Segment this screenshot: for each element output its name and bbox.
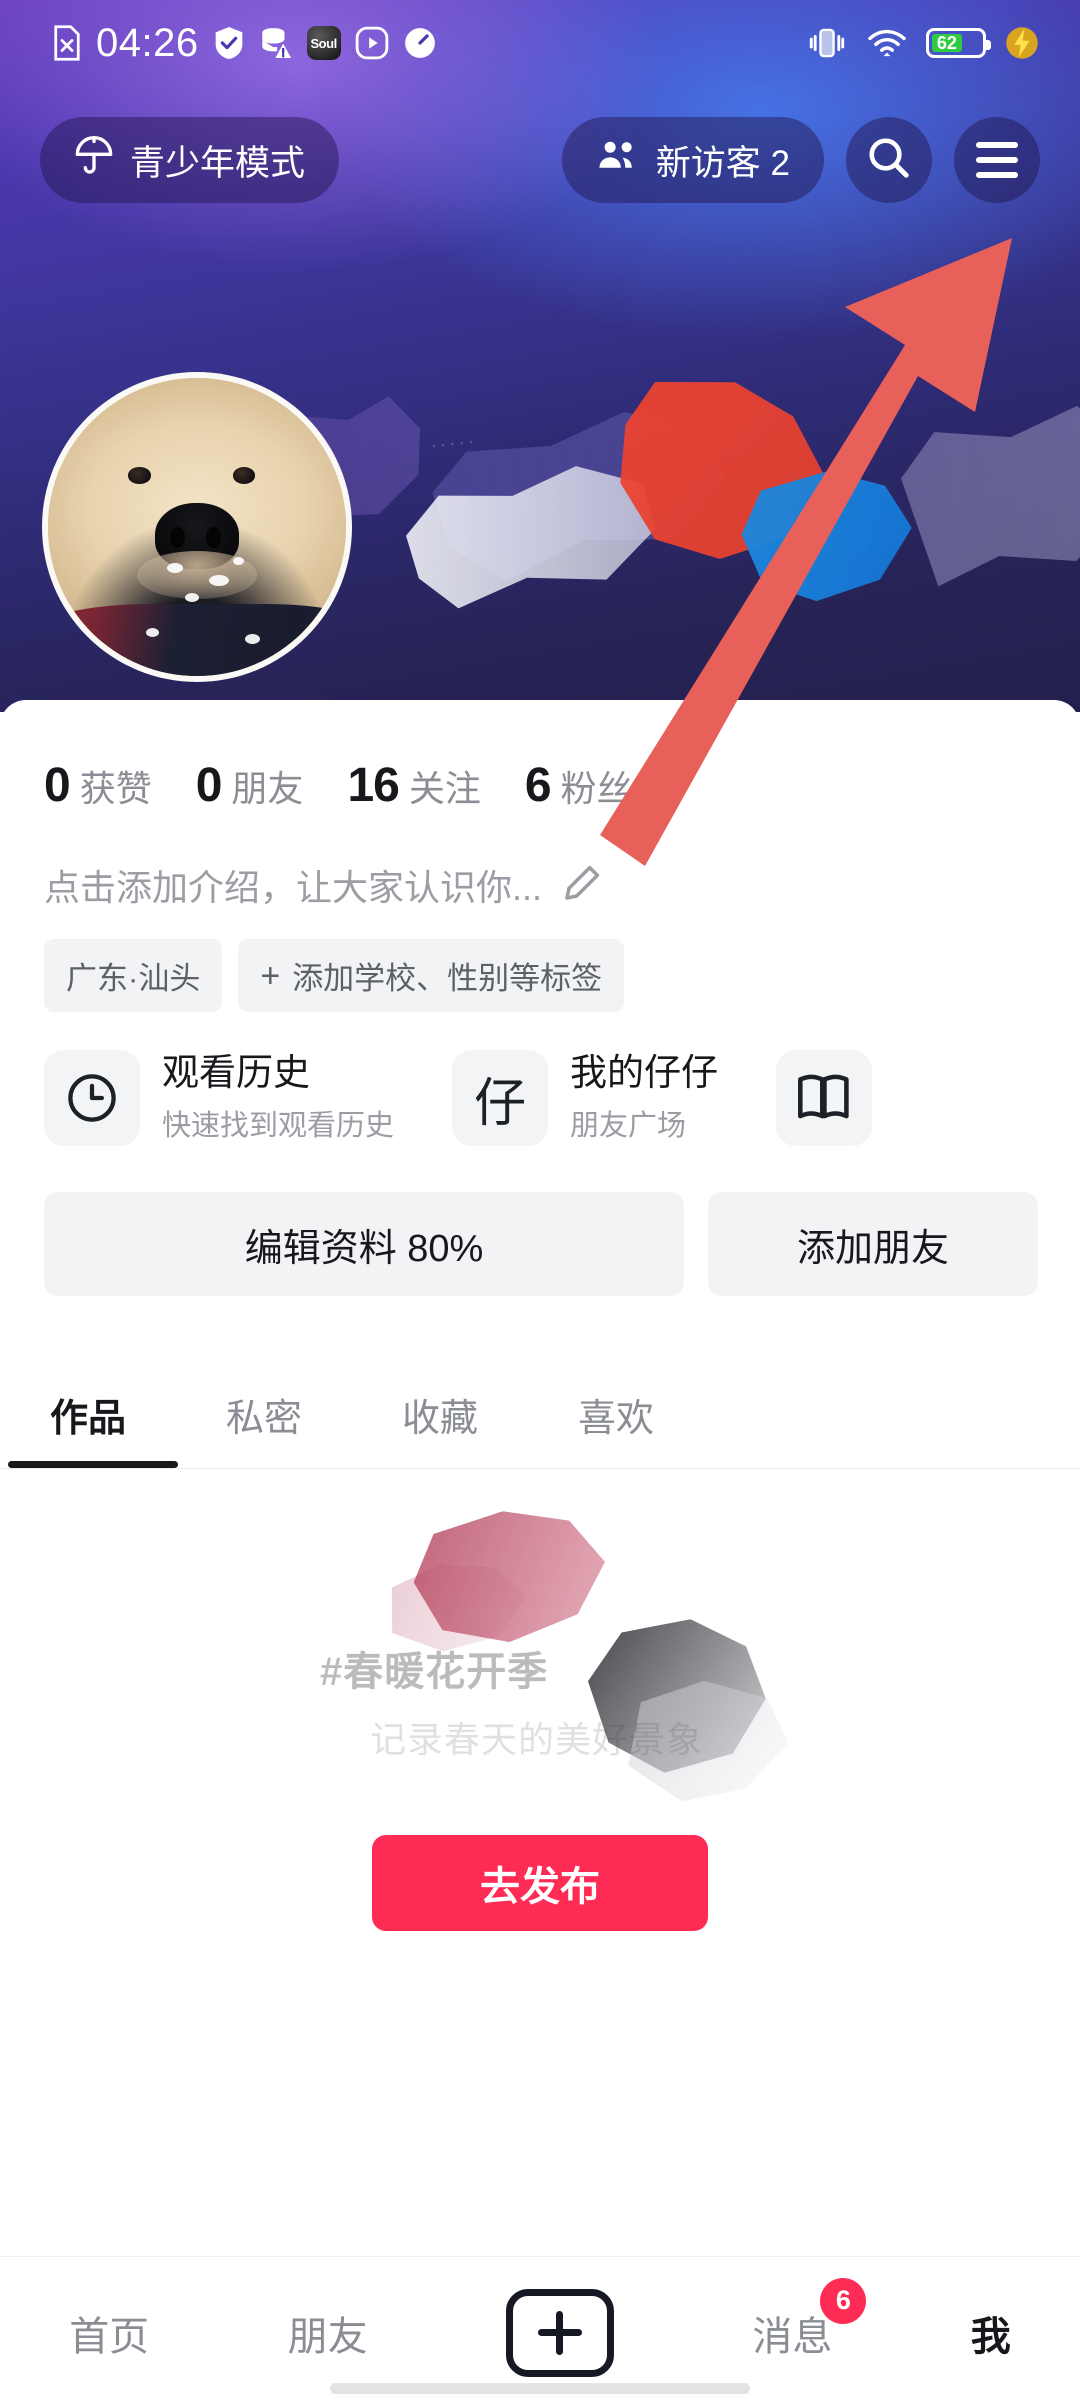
shortcut-third-partial[interactable]	[776, 1050, 873, 1146]
banner-stroke-grey	[878, 391, 1080, 598]
profile-actions: 编辑资料 80% 添加朋友	[0, 1146, 1080, 1296]
battery-level-label: 62	[932, 33, 962, 53]
shortcut-watch-history[interactable]: 观看历史 快速找到观看历史	[44, 1050, 394, 1146]
bottom-navigation: 首页 朋友 消息 6 我	[0, 2256, 1080, 2408]
charge-bolt-icon	[1004, 25, 1040, 61]
stat-followers-label: 粉丝	[560, 768, 633, 809]
add-friend-button[interactable]: 添加朋友	[708, 1192, 1038, 1296]
shortcut-watch-history-subtitle: 快速找到观看历史	[162, 1110, 395, 1143]
new-visitors-label: 新访客 2	[655, 143, 790, 183]
tag-add-info[interactable]: + 添加学校、性别等标签	[238, 939, 625, 1012]
clock-icon	[44, 1050, 140, 1146]
profile-sheet: 0 获赞 0 朋友 16 关注 6 粉丝 点击添加介绍，让大家认识你... 广东…	[0, 700, 1080, 2408]
promo-artwork: #春暖花开季 记录春天的美好景象	[260, 1511, 820, 1811]
plus-icon: +	[260, 956, 281, 995]
profile-topbar: 青少年模式 新访客 2	[0, 104, 1080, 216]
database-warning-icon	[259, 25, 293, 61]
menu-button[interactable]	[954, 117, 1040, 203]
stat-following[interactable]: 16 关注	[347, 758, 480, 813]
plus-create-icon[interactable]	[505, 2288, 614, 2377]
home-indicator	[330, 2383, 750, 2394]
book-icon	[776, 1050, 873, 1146]
bio-row[interactable]: 点击添加介绍，让大家认识你...	[0, 813, 1080, 911]
umbrella-icon	[74, 135, 114, 185]
tab-active-underline	[8, 1461, 178, 1468]
promo-title: #春暖花开季	[320, 1650, 549, 1694]
status-bar: 04:26 Soul 62	[0, 0, 1080, 86]
avatar[interactable]	[42, 372, 352, 682]
shortcut-my-zaizai[interactable]: 仔 我的仔仔 朋友广场	[452, 1050, 718, 1146]
messages-badge: 6	[820, 2277, 867, 2324]
pencil-icon[interactable]	[560, 861, 604, 910]
teen-mode-button[interactable]: 青少年模式	[40, 117, 340, 203]
shortcut-my-zaizai-title: 我的仔仔	[570, 1051, 719, 1093]
stat-likes-label: 获赞	[79, 768, 152, 809]
hamburger-menu-icon	[976, 142, 1018, 178]
status-bar-left: 04:26 Soul	[0, 23, 437, 63]
shortcut-my-zaizai-subtitle: 朋友广场	[570, 1110, 687, 1143]
nav-me[interactable]: 我	[971, 2304, 1011, 2362]
zai-character-icon: 仔	[452, 1050, 549, 1146]
nav-messages[interactable]: 消息 6	[752, 2277, 867, 2362]
banner-watermark-2: ·····	[428, 427, 478, 458]
stat-following-value: 16	[347, 759, 399, 812]
profile-tags: 广东·汕头 + 添加学校、性别等标签	[0, 911, 1080, 1012]
tab-likes[interactable]: 喜欢	[528, 1387, 704, 1468]
shield-check-icon	[213, 25, 245, 61]
nav-messages-label: 消息	[752, 2314, 833, 2359]
promo-block: #春暖花开季 记录春天的美好景象 去发布	[0, 1511, 1080, 1931]
promo-subtitle: 记录春天的美好景象	[370, 1719, 704, 1760]
file-x-icon	[52, 25, 82, 61]
new-visitors-button[interactable]: 新访客 2	[561, 117, 824, 203]
search-button[interactable]	[846, 117, 932, 203]
status-bar-clock: 04:26	[96, 21, 199, 65]
nav-friends[interactable]: 朋友	[288, 2304, 368, 2362]
nav-home[interactable]: 首页	[69, 2304, 149, 2362]
stat-likes[interactable]: 0 获赞	[44, 758, 152, 813]
tab-favorites[interactable]: 收藏	[352, 1387, 528, 1468]
speedometer-icon	[403, 26, 437, 60]
profile-tabs: 作品 私密 收藏 喜欢	[0, 1356, 1080, 1468]
tag-add-info-label: 添加学校、性别等标签	[292, 961, 603, 996]
profile-stats: 0 获赞 0 朋友 16 关注 6 粉丝	[0, 700, 1080, 813]
stat-likes-value: 0	[44, 759, 71, 812]
avatar-image	[48, 378, 346, 676]
status-bar-right: 62	[806, 25, 1080, 61]
stat-following-label: 关注	[408, 768, 481, 809]
app-screen: ····· ····· 04:26 Soul	[0, 0, 1080, 2408]
zai-glyph: 仔	[474, 1074, 527, 1133]
battery-icon: 62	[926, 28, 991, 58]
play-circle-icon	[355, 26, 389, 60]
shortcut-cards: 观看历史 快速找到观看历史 仔 我的仔仔 朋友广场	[0, 1012, 1080, 1146]
tab-works[interactable]: 作品	[0, 1387, 176, 1468]
tab-private[interactable]: 私密	[176, 1387, 352, 1468]
shortcut-watch-history-title: 观看历史	[162, 1051, 310, 1093]
bio-placeholder: 点击添加介绍，让大家认识你...	[44, 867, 543, 908]
vibrate-icon	[806, 27, 848, 59]
wifi-icon	[866, 27, 908, 59]
stat-friends-label: 朋友	[231, 768, 304, 809]
soul-app-icon: Soul	[306, 26, 341, 60]
stat-friends[interactable]: 0 朋友	[196, 758, 304, 813]
stat-friends-value: 0	[195, 759, 223, 812]
tag-location[interactable]: 广东·汕头	[44, 939, 223, 1012]
publish-button[interactable]: 去发布	[372, 1835, 708, 1931]
stat-followers[interactable]: 6 粉丝	[525, 758, 633, 813]
people-icon	[596, 136, 640, 185]
search-icon	[866, 135, 912, 186]
stat-followers-value: 6	[524, 759, 552, 812]
teen-mode-label: 青少年模式	[130, 143, 306, 183]
edit-profile-button[interactable]: 编辑资料 80%	[44, 1192, 684, 1296]
tab-content-empty: #春暖花开季 记录春天的美好景象 去发布	[0, 1469, 1080, 2029]
